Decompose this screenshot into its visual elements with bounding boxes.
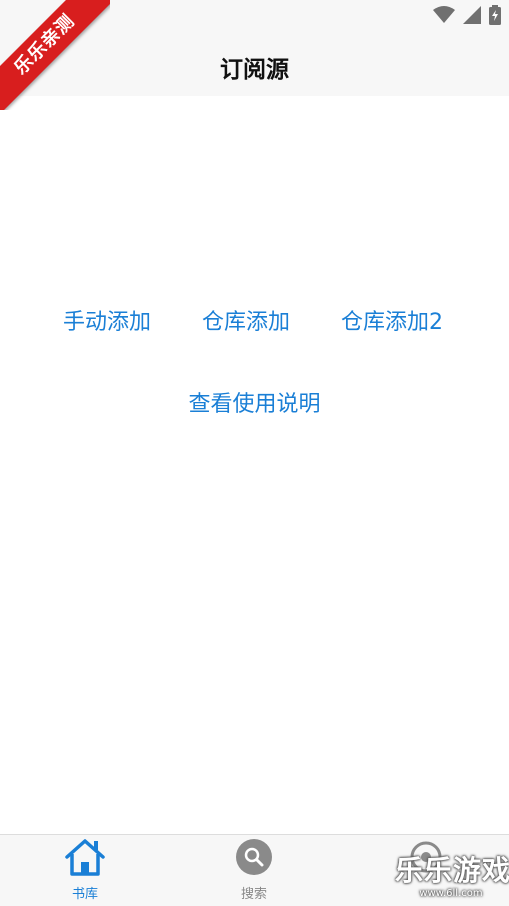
add-actions-row: 手动添加 仓库添加 仓库添加2 bbox=[0, 304, 509, 344]
view-guide-button[interactable]: 查看使用说明 bbox=[0, 386, 509, 418]
battery-icon bbox=[489, 5, 501, 29]
nav-label-library: 书库 bbox=[71, 887, 98, 902]
settings-icon bbox=[404, 837, 448, 877]
bottom-navigation: 书库 搜索 bbox=[0, 834, 509, 906]
main-content: 手动添加 仓库添加 仓库添加2 查看使用说明 bbox=[0, 96, 509, 834]
app-screen: 订阅源 手动添加 仓库添加 仓库添加2 查看使用说明 书库 搜索 乐乐亲测 乐乐… bbox=[0, 0, 509, 906]
page-title: 订阅源 bbox=[220, 57, 289, 83]
nav-item-settings[interactable] bbox=[366, 835, 486, 906]
wifi-icon bbox=[433, 6, 455, 28]
status-bar bbox=[0, 0, 509, 36]
cell-signal-icon bbox=[463, 6, 481, 28]
search-icon bbox=[232, 837, 276, 877]
home-icon bbox=[63, 837, 107, 877]
repo-add-button[interactable]: 仓库添加 bbox=[202, 304, 290, 336]
repo-add-2-button[interactable]: 仓库添加2 bbox=[341, 304, 443, 336]
app-bar: 订阅源 bbox=[0, 36, 509, 96]
nav-item-search[interactable]: 搜索 bbox=[194, 835, 314, 906]
nav-label-search: 搜索 bbox=[240, 887, 267, 902]
nav-item-library[interactable]: 书库 bbox=[25, 835, 145, 906]
manual-add-button[interactable]: 手动添加 bbox=[63, 304, 151, 336]
status-icons bbox=[433, 5, 501, 29]
